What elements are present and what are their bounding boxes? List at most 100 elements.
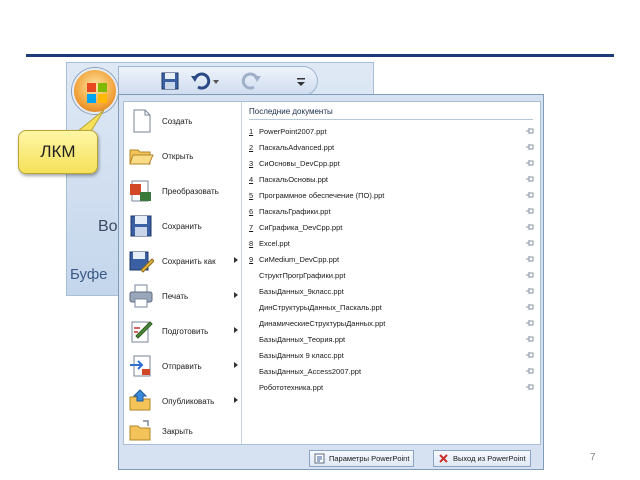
- office-logo-icon: [87, 83, 107, 103]
- recent-document-item[interactable]: БазыДанных_Теория.ppt: [249, 332, 535, 347]
- pin-icon[interactable]: [525, 159, 535, 167]
- command-save-as[interactable]: Сохранить как: [128, 244, 240, 278]
- pin-icon[interactable]: [525, 335, 535, 343]
- recent-document-number: 9: [249, 255, 254, 264]
- menu-footer: Параметры PowerPoint Выход из PowerPoint: [123, 450, 541, 468]
- recent-document-name: ДинСтруктурыДанных_Паскаль.ppt: [259, 303, 382, 312]
- save-icon: [130, 215, 152, 237]
- command-publish[interactable]: Опубликовать: [128, 384, 240, 418]
- recent-document-item[interactable]: СтруктПрогрГрафики.ppt: [249, 268, 535, 283]
- pin-icon[interactable]: [525, 351, 535, 359]
- title-rule: [26, 54, 614, 57]
- pin-icon[interactable]: [525, 287, 535, 295]
- command-label: Опубликовать: [162, 396, 215, 406]
- recent-document-number: 1: [249, 127, 254, 136]
- exit-powerpoint-label: Выход из PowerPoint: [453, 454, 526, 463]
- recent-document-item[interactable]: 2 ПаскальAdvanced.ppt: [249, 140, 535, 155]
- command-new[interactable]: Создать: [128, 104, 240, 138]
- command-label: Сохранить: [162, 221, 202, 231]
- recent-document-number: 2: [249, 143, 254, 152]
- recent-document-item[interactable]: ДинСтруктурыДанных_Паскаль.ppt: [249, 300, 535, 315]
- pin-icon[interactable]: [525, 223, 535, 231]
- recent-document-item[interactable]: 7 СиГрафика_DevCpp.ppt: [249, 220, 535, 235]
- recent-document-name: БазыДанных_9класс.ppt: [259, 287, 344, 296]
- recent-document-item[interactable]: Робототехника.ppt: [249, 380, 535, 395]
- command-label: Открыть: [162, 151, 194, 161]
- pin-icon[interactable]: [525, 191, 535, 199]
- recent-document-name: ПаскальОсновы.ppt: [259, 175, 328, 184]
- submenu-arrow-icon: [234, 362, 238, 368]
- recent-document-item[interactable]: 8 Excel.ppt: [249, 236, 535, 251]
- command-send[interactable]: Отправить: [128, 349, 240, 383]
- recent-document-name: Программное обеспечение (ПО).ppt: [259, 191, 385, 200]
- command-prepare[interactable]: Подготовить: [128, 314, 240, 348]
- office-menu-body: Создать Открыть Преобразовать Сохранить …: [123, 101, 541, 445]
- open-folder-icon: [129, 149, 154, 165]
- pin-icon[interactable]: [525, 367, 535, 375]
- pin-icon[interactable]: [525, 255, 535, 263]
- command-open[interactable]: Открыть: [128, 139, 240, 173]
- recent-document-name: БазыДанных_Access2007.ppt: [259, 367, 362, 376]
- recent-document-name: ПаскальГрафики.ppt: [259, 207, 331, 216]
- command-label: Создать: [162, 116, 193, 126]
- pin-icon[interactable]: [525, 143, 535, 151]
- publish-icon: [129, 389, 151, 411]
- pin-icon[interactable]: [525, 303, 535, 311]
- recent-document-name: БазыДанных 9 класс.ppt: [259, 351, 344, 360]
- submenu-arrow-icon: [234, 292, 238, 298]
- command-label: Печать: [162, 291, 189, 301]
- undo-dropdown-icon[interactable]: [211, 70, 221, 92]
- ribbon-button-text: Во: [98, 218, 118, 235]
- save-as-icon: [129, 251, 154, 273]
- pin-icon[interactable]: [525, 175, 535, 183]
- recent-document-number: 5: [249, 191, 254, 200]
- recent-document-item[interactable]: 1 PowerPoint2007.ppt: [249, 124, 535, 139]
- submenu-arrow-icon: [234, 327, 238, 333]
- undo-icon[interactable]: [189, 70, 211, 92]
- command-save[interactable]: Сохранить: [128, 209, 240, 243]
- recent-document-item[interactable]: ДинамическиеСтруктурыДанных.ppt: [249, 316, 535, 331]
- pin-icon[interactable]: [525, 319, 535, 327]
- pin-icon[interactable]: [525, 383, 535, 391]
- recent-document-number: 7: [249, 223, 254, 232]
- recent-document-number: 6: [249, 207, 254, 216]
- recent-document-name: Excel.ppt: [259, 239, 290, 248]
- command-close[interactable]: Закрыть: [128, 420, 240, 442]
- exit-powerpoint-button[interactable]: Выход из PowerPoint: [433, 450, 531, 467]
- menu-commands: Создать Открыть Преобразовать Сохранить …: [124, 102, 242, 444]
- powerpoint-options-label: Параметры PowerPoint: [329, 454, 410, 463]
- recent-document-name: СиОсновы_DevCpp.ppt: [259, 159, 340, 168]
- convert-icon: [130, 180, 151, 202]
- powerpoint-options-button[interactable]: Параметры PowerPoint: [309, 450, 415, 467]
- send-icon: [130, 355, 151, 377]
- recent-document-item[interactable]: БазыДанных_Access2007.ppt: [249, 364, 535, 379]
- recent-document-item[interactable]: 3 СиОсновы_DevCpp.ppt: [249, 156, 535, 171]
- pin-icon[interactable]: [525, 207, 535, 215]
- pin-icon[interactable]: [525, 271, 535, 279]
- pin-icon[interactable]: [525, 239, 535, 247]
- redo-icon[interactable]: [241, 70, 263, 92]
- save-icon[interactable]: [159, 70, 181, 92]
- pin-icon[interactable]: [525, 127, 535, 135]
- recent-document-item[interactable]: 4 ПаскальОсновы.ppt: [249, 172, 535, 187]
- exit-icon: [439, 454, 448, 463]
- recent-document-name: Робототехника.ppt: [259, 383, 324, 392]
- recent-document-item[interactable]: 9 CиMedium_DevCpp.ppt: [249, 252, 535, 267]
- new-document-icon: [133, 109, 151, 133]
- command-convert[interactable]: Преобразовать: [128, 174, 240, 208]
- submenu-arrow-icon: [234, 397, 238, 403]
- command-label: Сохранить как: [162, 256, 216, 266]
- prepare-icon: [131, 321, 153, 343]
- recent-document-item[interactable]: БазыДанных 9 класс.ppt: [249, 348, 535, 363]
- recent-document-item[interactable]: 6 ПаскальГрафики.ppt: [249, 204, 535, 219]
- recent-document-number: 3: [249, 159, 254, 168]
- office-menu: Создать Открыть Преобразовать Сохранить …: [118, 94, 544, 470]
- customize-toolbar-icon[interactable]: [295, 70, 307, 92]
- recent-document-number: 8: [249, 239, 254, 248]
- recent-document-name: ПаскальAdvanced.ppt: [259, 143, 335, 152]
- recent-document-item[interactable]: БазыДанных_9класс.ppt: [249, 284, 535, 299]
- quick-access-toolbar: [118, 66, 318, 96]
- print-icon: [129, 284, 153, 308]
- command-print[interactable]: Печать: [128, 279, 240, 313]
- recent-document-item[interactable]: 5 Программное обеспечение (ПО).ppt: [249, 188, 535, 203]
